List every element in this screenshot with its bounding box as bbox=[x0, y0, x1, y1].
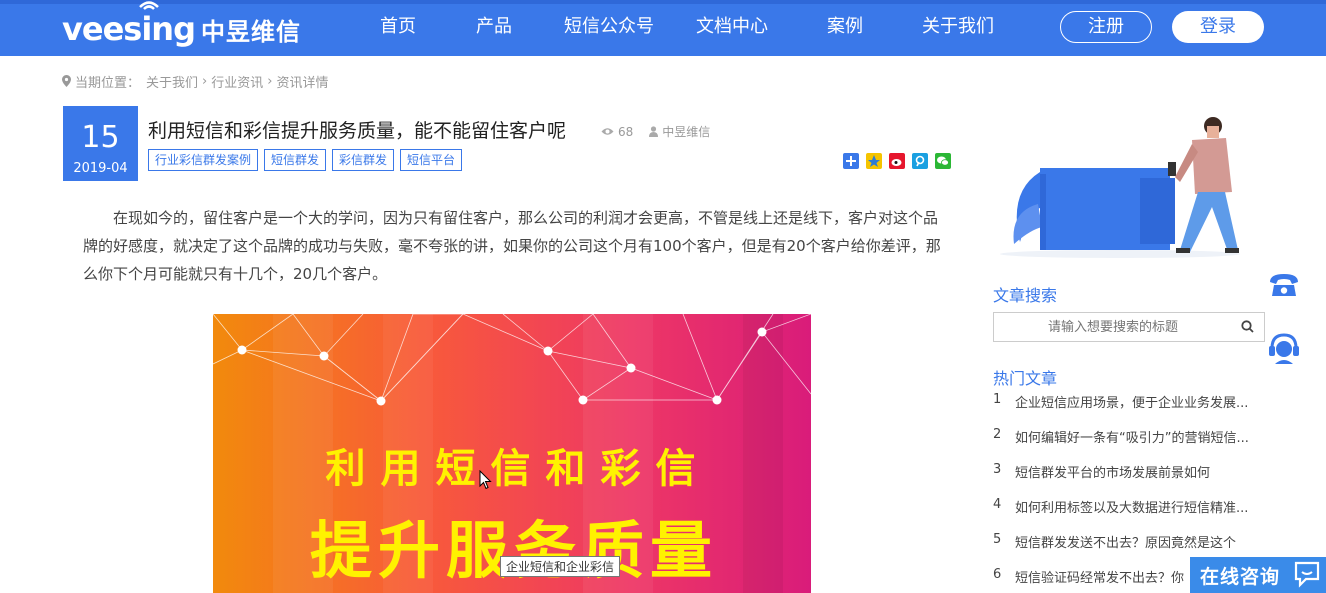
chevron-right-icon: › bbox=[267, 73, 273, 89]
tag-item[interactable]: 彩信群发 bbox=[332, 149, 395, 171]
date-day: 15 bbox=[81, 120, 120, 155]
nav-sms-official[interactable]: 短信公众号 bbox=[542, 0, 676, 56]
date-badge: 15 2019-04 bbox=[63, 106, 138, 181]
list-item-title[interactable]: 短信群发平台的市场发展前景如何 bbox=[1015, 462, 1265, 497]
breadcrumb: 当期位置： 关于我们 › 行业资讯 › 资讯详情 bbox=[62, 72, 329, 91]
eye-icon bbox=[601, 128, 614, 135]
list-item-number: 4 bbox=[993, 497, 1002, 512]
list-item-number: 1 bbox=[993, 392, 1002, 407]
online-consult-label: 在线咨询 bbox=[1200, 566, 1281, 588]
tag-item[interactable]: 行业彩信群发案例 bbox=[148, 149, 259, 171]
article-search-box bbox=[993, 312, 1265, 342]
list-item[interactable]: 4 如何利用标签以及大数据进行短信精准... bbox=[993, 497, 1273, 532]
site-header: veesing 中昱维信 首页 产品 短信公众号 文档中心 案例 关于我们 注册… bbox=[0, 0, 1326, 56]
qzone-icon[interactable] bbox=[866, 153, 882, 169]
tag-list: 行业彩信群发案例 短信群发 彩信群发 短信平台 bbox=[148, 149, 463, 171]
customer-service-icon[interactable] bbox=[1264, 328, 1304, 368]
breadcrumb-label: 当期位置： bbox=[75, 75, 141, 91]
list-item[interactable]: 1 企业短信应用场景，便于企业业务发展... bbox=[993, 392, 1273, 427]
chevron-right-icon: › bbox=[202, 73, 208, 89]
nav-about[interactable]: 关于我们 bbox=[902, 0, 1014, 56]
logo-text-en: veesing bbox=[62, 10, 196, 48]
list-item[interactable]: 3 短信群发平台的市场发展前景如何 bbox=[993, 462, 1273, 497]
tag-item[interactable]: 短信平台 bbox=[400, 149, 463, 171]
article-paragraph: 在现如今的，留住客户是一个大的学问，因为只有留住客户，那么公司的利润才会更高，不… bbox=[83, 209, 941, 283]
logo[interactable]: veesing 中昱维信 bbox=[62, 1, 301, 52]
banner-headline-1: 利用短信和彩信 bbox=[325, 446, 711, 492]
nav-home[interactable]: 首页 bbox=[350, 0, 446, 56]
user-icon bbox=[649, 126, 659, 137]
view-count: 68 bbox=[618, 124, 634, 139]
list-item-title[interactable]: 企业短信应用场景，便于企业业务发展... bbox=[1015, 392, 1265, 427]
breadcrumb-item-industry[interactable]: 行业资讯 bbox=[211, 72, 263, 91]
nav-docs[interactable]: 文档中心 bbox=[676, 0, 788, 56]
list-item-number: 3 bbox=[993, 462, 1002, 477]
article-title: 利用短信和彩信提升服务质量，能不能留住客户呢 bbox=[148, 120, 567, 142]
mouse-cursor-icon bbox=[479, 470, 492, 490]
list-item-number: 2 bbox=[993, 427, 1002, 442]
wechat-icon[interactable] bbox=[935, 153, 951, 169]
list-item-number: 5 bbox=[993, 532, 1002, 547]
sidebar-illustration bbox=[1000, 117, 1240, 258]
weibo-icon[interactable] bbox=[889, 153, 905, 169]
wifi-icon bbox=[139, 1, 159, 10]
author-name: 中昱维信 bbox=[662, 125, 711, 139]
nav-products[interactable]: 产品 bbox=[446, 0, 542, 56]
search-input[interactable] bbox=[994, 313, 1232, 341]
article-banner-image: 利用短信和彩信 提升服务质量 bbox=[213, 314, 811, 593]
tag-item[interactable]: 短信群发 bbox=[264, 149, 327, 171]
tencent-weibo-icon[interactable] bbox=[912, 153, 928, 169]
breadcrumb-item-detail: 资讯详情 bbox=[276, 75, 329, 91]
list-item-number: 6 bbox=[993, 567, 1002, 582]
breadcrumb-item-about[interactable]: 关于我们 bbox=[146, 72, 198, 91]
online-consult-button[interactable]: 在线咨询 bbox=[1190, 557, 1326, 593]
main-nav: 首页 产品 短信公众号 文档中心 案例 关于我们 bbox=[350, 0, 1014, 56]
nav-cases[interactable]: 案例 bbox=[788, 0, 902, 56]
share-bar bbox=[843, 153, 951, 169]
image-tooltip: 企业短信和企业彩信 bbox=[500, 556, 621, 577]
hot-articles-title: 热门文章 bbox=[993, 369, 1058, 388]
list-item-title[interactable]: 如何编辑好一条有“吸引力”的营销短信... bbox=[1015, 427, 1265, 462]
article-meta: 68 中昱维信 bbox=[601, 123, 710, 140]
chat-bubble-icon bbox=[1294, 561, 1320, 588]
phone-icon[interactable] bbox=[1266, 266, 1302, 302]
logo-text-cn: 中昱维信 bbox=[200, 17, 301, 46]
date-year-month: 2019-04 bbox=[73, 161, 128, 176]
list-item[interactable]: 2 如何编辑好一条有“吸引力”的营销短信... bbox=[993, 427, 1273, 462]
register-button[interactable]: 注册 bbox=[1060, 11, 1152, 43]
list-item-title[interactable]: 如何利用标签以及大数据进行短信精准... bbox=[1015, 497, 1265, 532]
search-section-title: 文章搜索 bbox=[993, 286, 1058, 305]
location-pin-icon bbox=[62, 75, 71, 87]
search-icon[interactable] bbox=[1232, 318, 1262, 337]
share-more-icon[interactable] bbox=[843, 153, 859, 169]
login-button[interactable]: 登录 bbox=[1172, 11, 1264, 43]
